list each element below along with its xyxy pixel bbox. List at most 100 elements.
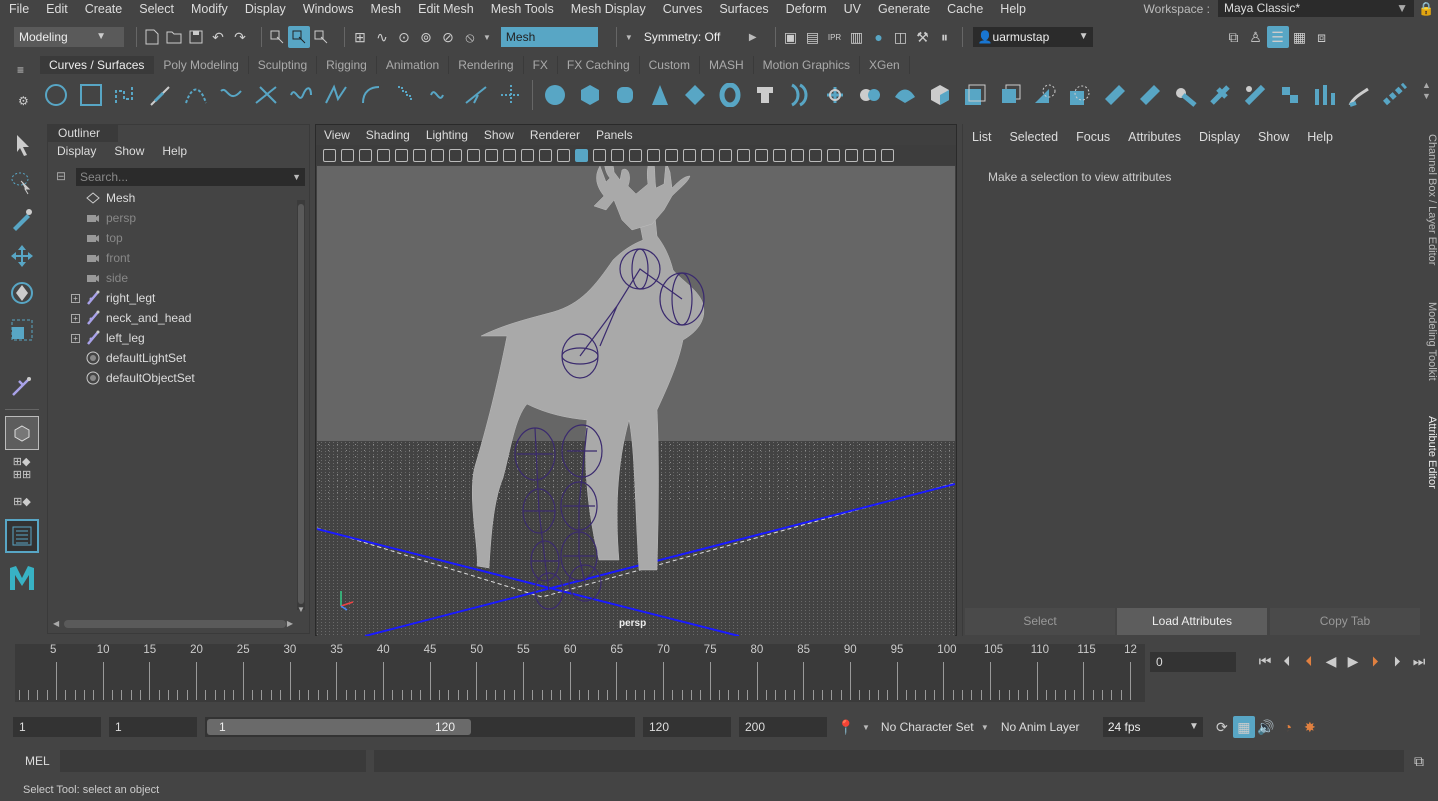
scroll-down-icon[interactable]: ▼ [297, 605, 305, 614]
outliner-item[interactable]: top [48, 228, 123, 248]
square-surface-icon[interactable] [992, 78, 1027, 113]
viewport-menu-renderer[interactable]: Renderer [522, 128, 588, 142]
single-perspective-view-icon[interactable] [5, 416, 39, 450]
viewport-menu-show[interactable]: Show [476, 128, 522, 142]
offset-curve-icon[interactable] [423, 78, 458, 113]
viewport-camera-icon[interactable] [322, 148, 336, 162]
command-input[interactable] [60, 750, 366, 772]
tab-shelf-animation[interactable]: Animation [376, 56, 450, 74]
nurbs-square-icon[interactable] [73, 78, 108, 113]
untrim-icon[interactable] [1132, 78, 1167, 113]
extrude-icon[interactable] [852, 78, 887, 113]
outliner-item[interactable]: side [48, 268, 128, 288]
nurbs-cube-icon[interactable] [572, 78, 607, 113]
chevron-down-icon[interactable]: ▼ [862, 723, 870, 732]
viewport-depth-of-field-icon[interactable] [718, 148, 732, 162]
viewport-cam-attr-icon[interactable] [340, 148, 354, 162]
go-to-start-icon[interactable]: ⏮ [1254, 651, 1276, 673]
viewport-field-chart-icon[interactable] [502, 148, 516, 162]
step-forward-key-icon[interactable]: ⏵ [1364, 651, 1386, 673]
tab-shelf-custom[interactable]: Custom [639, 56, 700, 74]
rotate-tool-icon[interactable] [5, 276, 39, 310]
outliner-menu-display[interactable]: Display [48, 144, 105, 158]
select-component-icon[interactable] [310, 26, 332, 48]
expand-icon[interactable]: + [71, 313, 80, 323]
lasso-tool-icon[interactable] [5, 165, 39, 199]
tab-shelf-mash[interactable]: MASH [699, 56, 754, 74]
menu-create[interactable]: Create [76, 2, 131, 16]
auto-key-icon[interactable]: 📍 [835, 716, 857, 738]
tab-attribute-editor[interactable]: Attribute Editor [1422, 416, 1438, 489]
tab-shelf-poly-modeling[interactable]: Poly Modeling [154, 56, 249, 74]
load-attributes-button[interactable]: Load Attributes [1117, 608, 1267, 635]
shelf-settings-icon[interactable]: ⚙ [18, 94, 29, 108]
time-slider[interactable]: 5 10 15 20 25 30 35 40 45 50 55 60 65 70 75 80 85 90 95 100… [15, 644, 1145, 702]
intersect-icon[interactable] [1062, 78, 1097, 113]
viewport-more-icon[interactable] [880, 148, 894, 162]
last-tool-icon[interactable] [5, 369, 39, 403]
viewport-grease-pencil-icon[interactable] [412, 148, 426, 162]
paint-select-icon[interactable] [5, 202, 39, 236]
nurbs-cone-icon[interactable] [642, 78, 677, 113]
outliner-vertical-scrollbar[interactable] [297, 200, 305, 610]
bevel-plus-icon[interactable] [922, 78, 957, 113]
undo-icon[interactable]: ↶ [207, 26, 229, 48]
render-view-icon[interactable]: ▣ [780, 26, 802, 48]
arnold-ipr-icon[interactable]: ⚒ [912, 26, 934, 48]
menu-select[interactable]: Select [130, 2, 182, 16]
surface-edit-icon[interactable] [1377, 78, 1412, 113]
tab-shelf-rigging[interactable]: Rigging [317, 56, 377, 74]
outliner-menu-show[interactable]: Show [105, 144, 153, 158]
chevron-right-icon[interactable]: ▶ [749, 32, 757, 43]
viewport-textured-icon[interactable] [610, 148, 624, 162]
viewport-scene[interactable]: persp [317, 166, 955, 636]
birail-icon[interactable] [887, 78, 922, 113]
snap-grid-icon[interactable]: ⊞ [349, 26, 371, 48]
outliner-item[interactable]: front [48, 248, 130, 268]
extend-surface-icon[interactable] [1167, 78, 1202, 113]
character-icon[interactable]: ✸ [1299, 716, 1321, 738]
tab-shelf-curves-surfaces[interactable]: Curves / Surfaces [40, 56, 155, 74]
insert-knot-icon[interactable] [353, 78, 388, 113]
menu-file[interactable]: File [0, 2, 37, 16]
command-language-label[interactable]: MEL [25, 754, 60, 768]
nurbs-circle-icon[interactable] [38, 78, 73, 113]
arc-tool-icon[interactable] [248, 78, 283, 113]
viewport-resolution-icon[interactable] [808, 148, 822, 162]
ipr-render-icon[interactable]: IPR [824, 26, 846, 48]
boundary-icon[interactable] [957, 78, 992, 113]
make-live-icon[interactable]: ⦸ [459, 26, 481, 48]
menu-modify[interactable]: Modify [182, 2, 236, 16]
go-to-end-icon[interactable]: ⏭ [1408, 651, 1430, 673]
copy-tab-button[interactable]: Copy Tab [1270, 608, 1420, 635]
snap-curve-icon[interactable]: ∿ [371, 26, 393, 48]
planar-icon[interactable] [817, 78, 852, 113]
viewport-xray-components-icon[interactable] [790, 148, 804, 162]
outliner-item[interactable]: + left_leg [48, 328, 145, 348]
viewport-film-gate-icon[interactable] [448, 148, 462, 162]
workspace-dropdown[interactable]: Maya Classic* ▼ [1218, 0, 1414, 17]
open-scene-icon[interactable] [163, 26, 185, 48]
pause-icon[interactable]: ⏸ [934, 26, 956, 48]
end-time-field[interactable]: 200 [739, 717, 827, 737]
menu-curves[interactable]: Curves [654, 2, 711, 16]
viewport-isolate-icon[interactable] [736, 148, 750, 162]
attribute-menu-focus[interactable]: Focus [1067, 130, 1119, 144]
rebuild-surface-icon[interactable] [1272, 78, 1307, 113]
viewport-image-plane-icon[interactable] [376, 148, 390, 162]
viewport-use-lights-icon[interactable] [628, 148, 642, 162]
loop-icon[interactable]: ⟳ [1211, 716, 1233, 738]
arnold-render-icon[interactable]: ◫ [890, 26, 912, 48]
chevron-down-icon[interactable]: ▼ [625, 33, 633, 42]
shelf-scroll-icon[interactable]: ▲ ▼ [1422, 80, 1431, 102]
reverse-curve-icon[interactable] [458, 78, 493, 113]
viewport-aa-icon[interactable] [700, 148, 714, 162]
chevron-down-icon[interactable]: ▼ [981, 723, 989, 732]
menuset-dropdown-arrow[interactable] [110, 27, 124, 47]
outliner-item[interactable]: defaultObjectSet [48, 368, 195, 388]
outliner-filter-icon[interactable]: ⊟ [56, 169, 66, 183]
viewport-menu-lighting[interactable]: Lighting [418, 128, 476, 142]
nurbs-sphere-icon[interactable] [537, 78, 572, 113]
outliner-item[interactable]: + right_legt [48, 288, 155, 308]
cv-curve-icon[interactable] [108, 78, 143, 113]
